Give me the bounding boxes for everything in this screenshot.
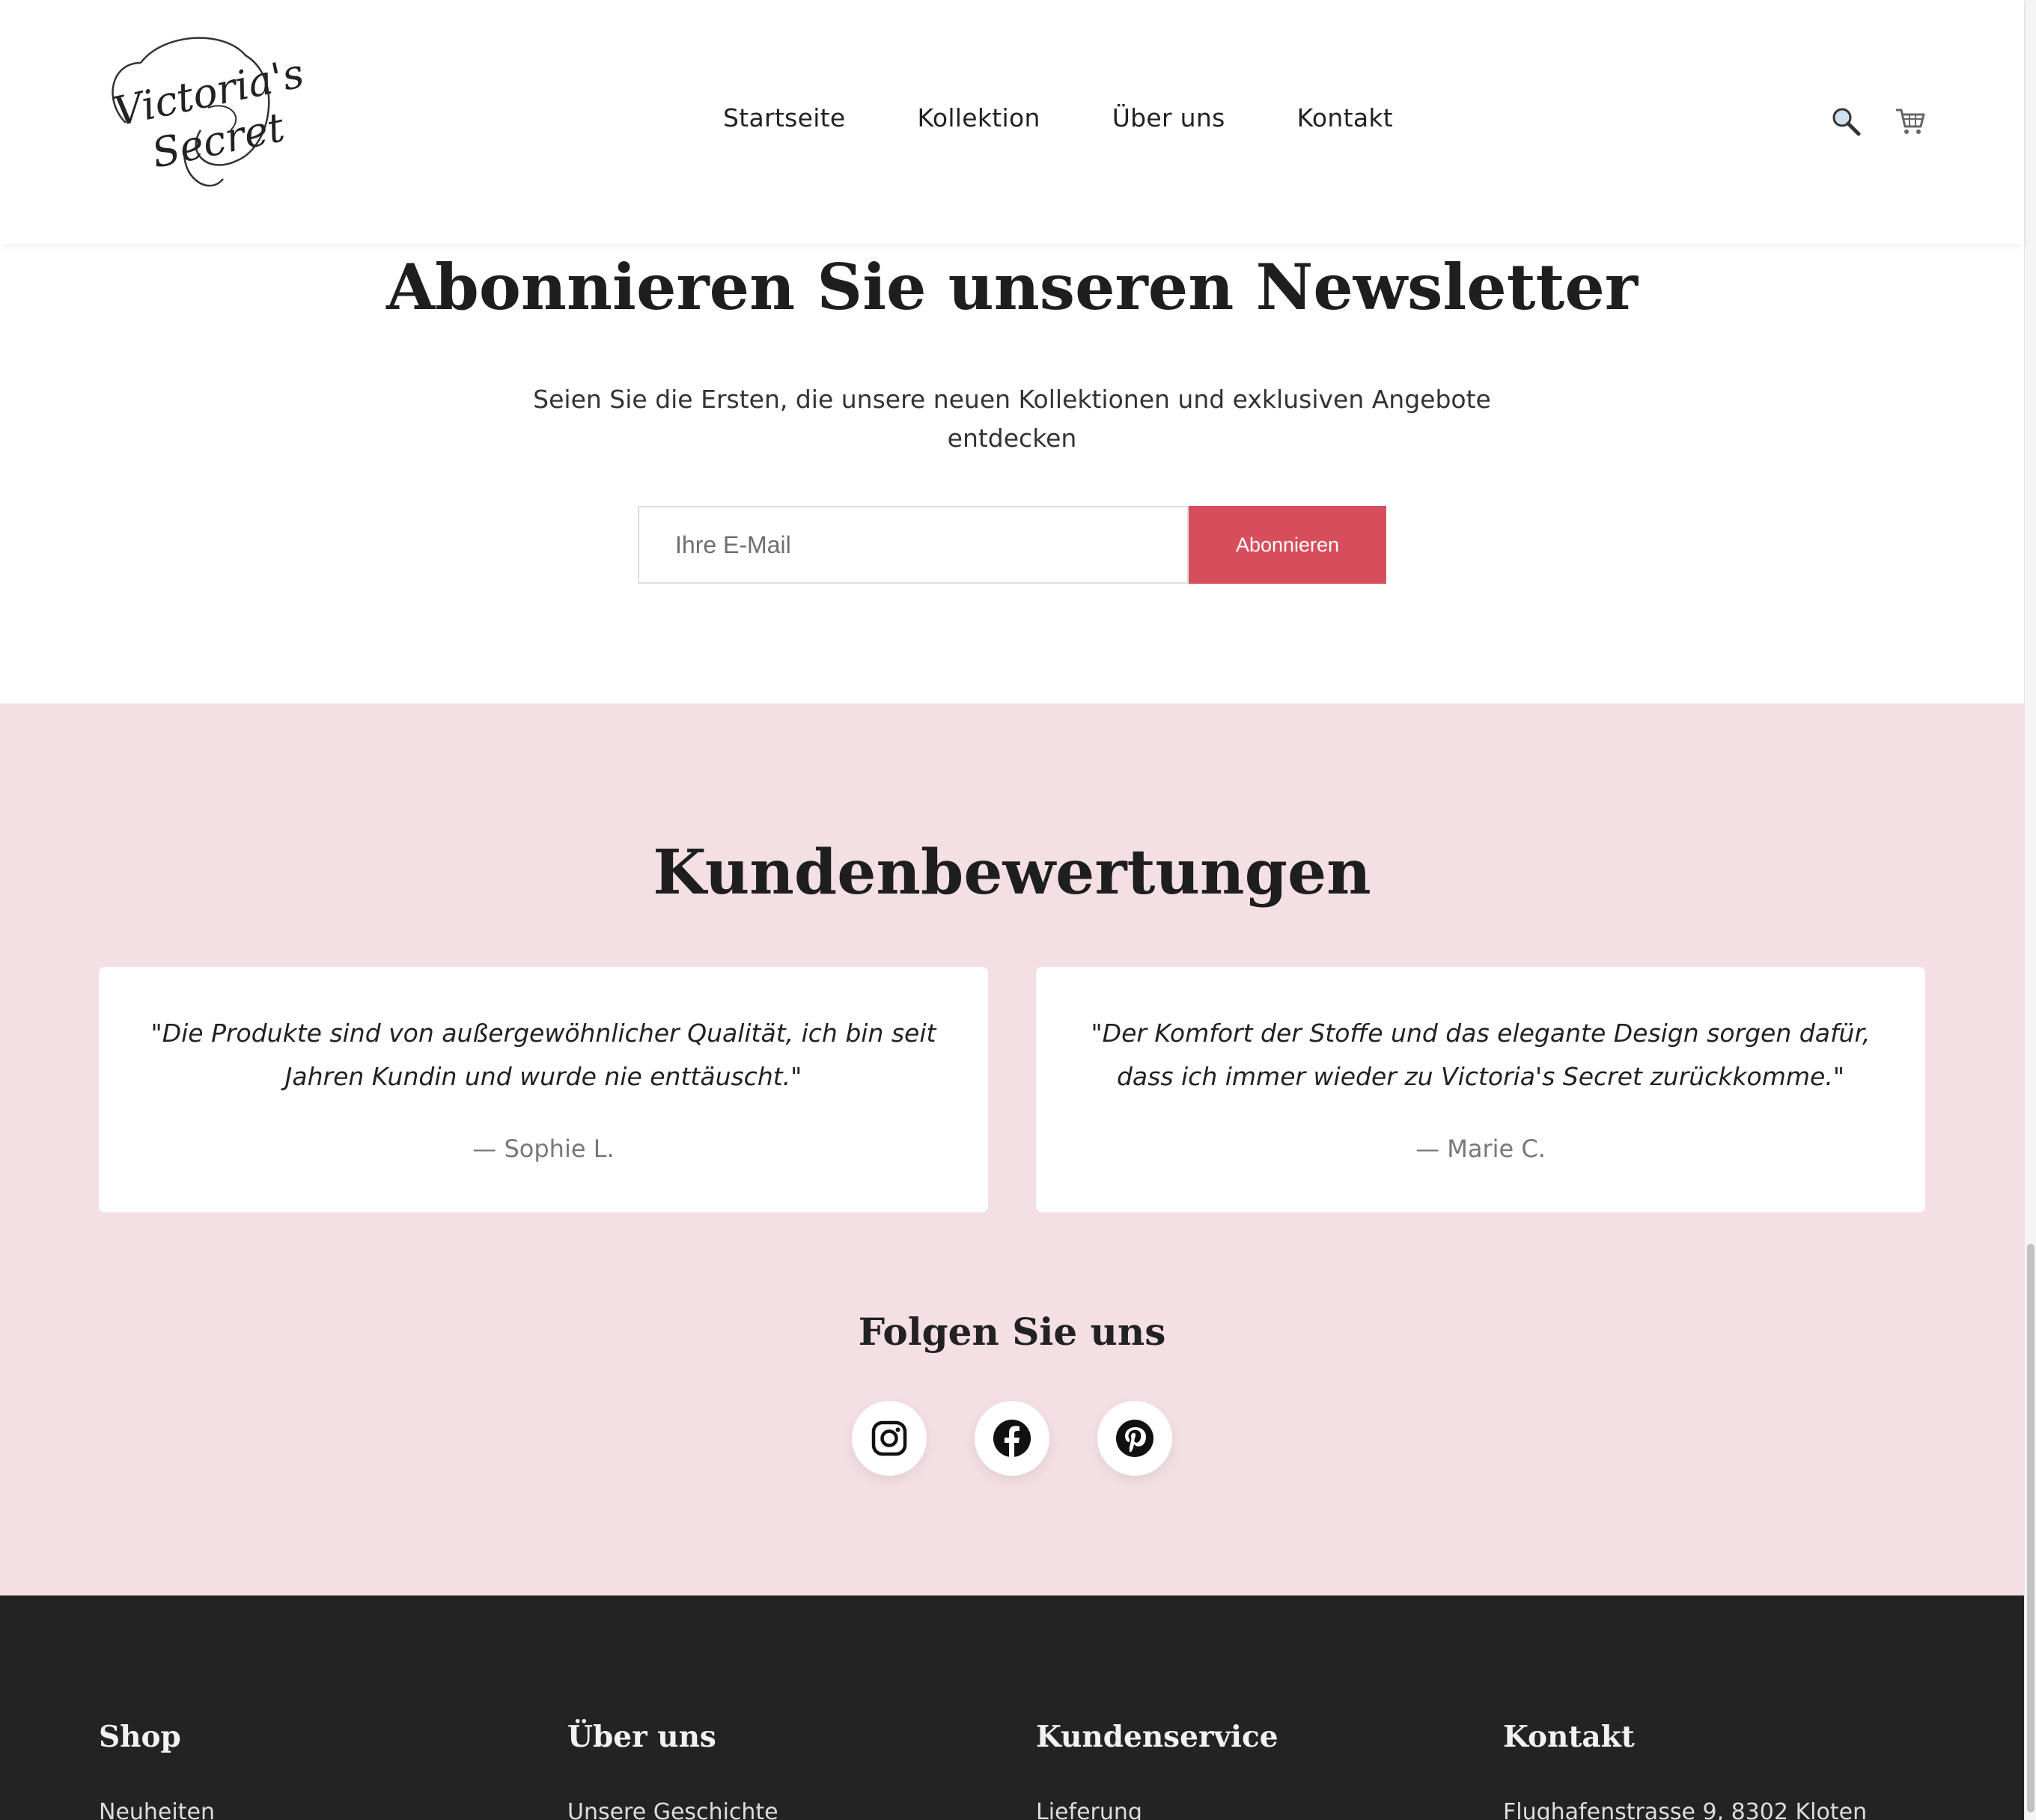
site-header: Victoria's Secret Startseite Kollektion … bbox=[0, 0, 2024, 244]
pinterest-icon bbox=[1116, 1420, 1153, 1457]
reviews-title: Kundenbewertungen bbox=[653, 837, 1371, 909]
review-quote: "Die Produkte sind von außergewöhnlicher… bbox=[150, 1019, 936, 1091]
newsletter-subtitle: Seien Sie die Ersten, die unsere neuen K… bbox=[533, 385, 1491, 453]
page-scrollbar[interactable] bbox=[2024, 0, 2036, 1820]
nav-startseite[interactable]: Startseite bbox=[723, 103, 846, 132]
scrollbar-thumb[interactable] bbox=[2027, 1244, 2035, 1813]
footer-heading: Shop bbox=[99, 1720, 181, 1754]
footer-heading: Kontakt bbox=[1503, 1720, 1635, 1754]
instagram-icon bbox=[871, 1420, 907, 1456]
review-card: "Der Komfort der Stoffe und das elegante… bbox=[1036, 967, 1925, 1212]
search-icon[interactable] bbox=[1829, 105, 1862, 138]
pinterest-link[interactable] bbox=[1097, 1401, 1172, 1476]
footer-column-kontakt: Kontakt Flughafenstrasse 9, 8302 Kloten bbox=[1503, 1720, 1867, 1820]
footer-column-ueber-uns: Über uns Unsere Geschichte bbox=[567, 1720, 778, 1820]
follow-title: Folgen Sie uns bbox=[858, 1310, 1166, 1354]
facebook-link[interactable] bbox=[975, 1401, 1049, 1476]
nav-kollektion[interactable]: Kollektion bbox=[918, 103, 1040, 132]
review-quote: "Der Komfort der Stoffe und das elegante… bbox=[1091, 1019, 1871, 1091]
nav-ueber-uns[interactable]: Über uns bbox=[1112, 103, 1225, 132]
footer-link[interactable]: Unsere Geschichte bbox=[567, 1799, 778, 1820]
review-author: — Sophie L. bbox=[472, 1135, 615, 1163]
footer-link[interactable]: Neuheiten bbox=[99, 1799, 215, 1820]
newsletter-title: Abonnieren Sie unseren Newsletter bbox=[385, 250, 1639, 324]
subscribe-button[interactable]: Abonnieren bbox=[1189, 506, 1386, 584]
facebook-icon bbox=[993, 1420, 1031, 1458]
main-nav: Startseite Kollektion Über uns Kontakt bbox=[723, 103, 1393, 132]
review-card: "Die Produkte sind von außergewöhnlicher… bbox=[99, 967, 988, 1212]
nav-kontakt[interactable]: Kontakt bbox=[1297, 103, 1393, 132]
footer-link[interactable]: Lieferung bbox=[1036, 1799, 1142, 1820]
site-footer: Shop Neuheiten Über uns Unsere Geschicht… bbox=[0, 1595, 2024, 1820]
footer-address: Flughafenstrasse 9, 8302 Kloten bbox=[1503, 1799, 1868, 1820]
reviews-section: Kundenbewertungen "Die Produkte sind von… bbox=[0, 703, 2024, 1595]
footer-column-kundenservice: Kundenservice Lieferung bbox=[1036, 1720, 1278, 1820]
footer-column-shop: Shop Neuheiten bbox=[99, 1720, 215, 1820]
review-author: — Marie C. bbox=[1415, 1135, 1546, 1163]
cart-icon[interactable] bbox=[1894, 105, 1927, 138]
brand-logo[interactable]: Victoria's Secret bbox=[96, 33, 308, 195]
footer-heading: Über uns bbox=[567, 1720, 716, 1754]
footer-heading: Kundenservice bbox=[1036, 1720, 1278, 1754]
instagram-link[interactable] bbox=[852, 1401, 927, 1476]
email-input[interactable] bbox=[638, 506, 1189, 584]
